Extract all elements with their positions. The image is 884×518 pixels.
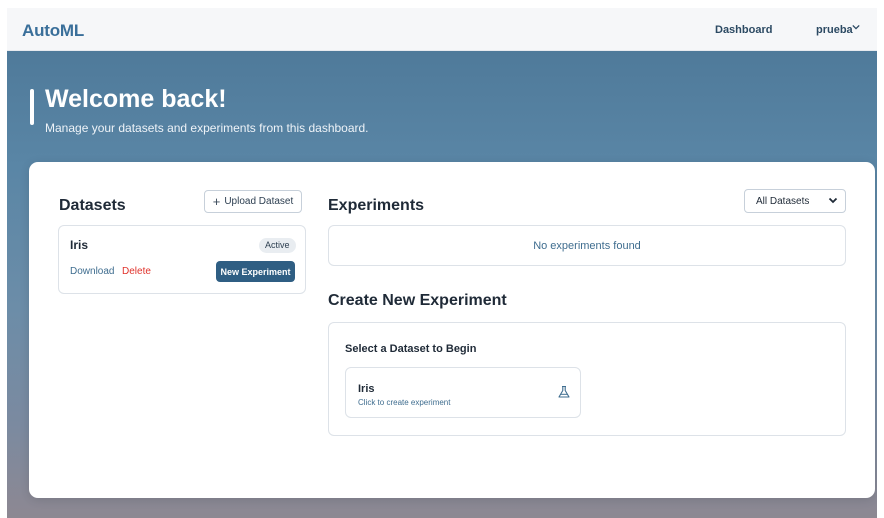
create-experiment-panel: Select a Dataset to Begin Iris Click to … bbox=[328, 322, 846, 436]
dataset-option-card[interactable]: Iris Click to create experiment bbox=[345, 367, 581, 418]
dataset-name: Iris bbox=[70, 238, 89, 252]
create-experiment-heading: Create New Experiment bbox=[328, 292, 507, 309]
datasets-heading: Datasets bbox=[59, 197, 126, 214]
upload-dataset-label: Upload Dataset bbox=[224, 196, 294, 207]
app-window: AutoML Dashboard prueba Welcome back! Ma… bbox=[7, 8, 877, 518]
hero-section: Welcome back! Manage your datasets and e… bbox=[7, 51, 877, 518]
hero-accent-bar bbox=[30, 89, 34, 125]
select-dataset-heading: Select a Dataset to Begin bbox=[345, 343, 477, 355]
dataset-filter-select[interactable]: All Datasets bbox=[744, 189, 846, 213]
upload-dataset-button[interactable]: + Upload Dataset bbox=[204, 190, 302, 213]
top-navbar: AutoML Dashboard prueba bbox=[7, 8, 877, 51]
experiments-heading: Experiments bbox=[328, 197, 425, 214]
download-link[interactable]: Download bbox=[70, 266, 114, 277]
brand-logo[interactable]: AutoML bbox=[22, 21, 84, 41]
dataset-list-item: Iris Active Download Delete New Experime… bbox=[58, 225, 306, 294]
chevron-down-icon[interactable] bbox=[852, 23, 860, 33]
nav-dashboard-link[interactable]: Dashboard bbox=[715, 24, 772, 36]
chevron-down-icon bbox=[828, 197, 838, 204]
page-subtitle: Manage your datasets and experiments fro… bbox=[45, 121, 369, 135]
new-experiment-button[interactable]: New Experiment bbox=[216, 261, 295, 282]
page-title: Welcome back! bbox=[45, 85, 227, 113]
flask-icon bbox=[558, 385, 570, 398]
dataset-option-name: Iris bbox=[358, 383, 375, 395]
status-badge: Active bbox=[259, 238, 296, 253]
dashboard-card: Datasets + Upload Dataset Iris Active Do… bbox=[29, 162, 875, 498]
delete-link[interactable]: Delete bbox=[122, 266, 151, 277]
empty-experiments-message: No experiments found bbox=[328, 225, 846, 266]
user-menu[interactable]: prueba bbox=[816, 24, 853, 36]
dataset-option-hint: Click to create experiment bbox=[358, 398, 451, 407]
dataset-filter-value: All Datasets bbox=[756, 196, 810, 207]
plus-icon: + bbox=[212, 194, 221, 209]
